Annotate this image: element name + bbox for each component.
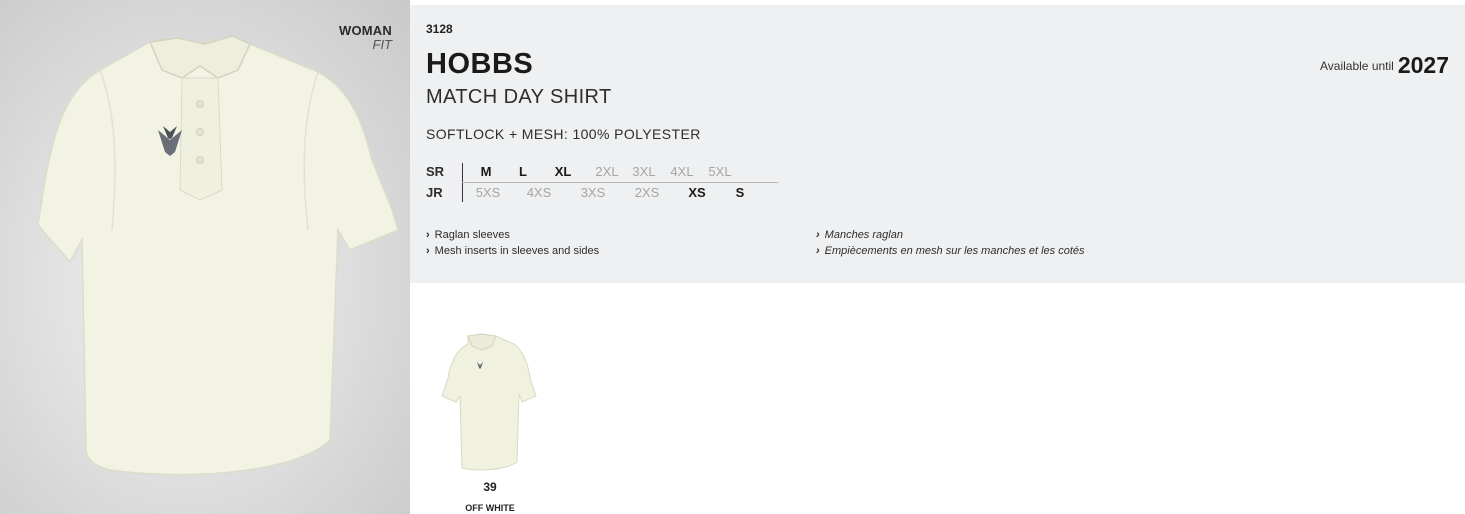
product-material: SOFTLOCK + MESH: 100% POLYESTER bbox=[426, 126, 701, 142]
size-item: 4XL bbox=[670, 164, 694, 179]
fit-label: FIT bbox=[372, 37, 393, 52]
size-row-junior: JR 5XS 4XS 3XS 2XS XS S bbox=[426, 182, 760, 203]
color-swatch-shirt-image bbox=[441, 333, 537, 471]
product-code: 3128 bbox=[426, 22, 453, 36]
fit-gender: WOMAN bbox=[339, 23, 392, 38]
polo-shirt-image bbox=[37, 35, 399, 476]
availability: Available until 2027 bbox=[1320, 52, 1449, 79]
size-divider-horizontal bbox=[462, 182, 778, 183]
chevron-right-icon: › bbox=[426, 229, 430, 241]
features-list-fr: › Manches raglan › Empiècements en mesh su… bbox=[816, 227, 1085, 259]
product-info-panel: 3128 HOBBS MATCH DAY SHIRT SOFTLOCK + ME… bbox=[410, 5, 1465, 283]
size-item: M bbox=[480, 164, 492, 179]
feature-item: › Raglan sleeves bbox=[426, 229, 510, 241]
color-name: OFF WHITE bbox=[465, 503, 515, 513]
size-item: 5XS bbox=[475, 185, 501, 200]
fit-tag: WOMAN FIT bbox=[339, 24, 392, 52]
feature-item: › Manches raglan bbox=[816, 229, 903, 241]
chevron-right-icon: › bbox=[426, 245, 430, 257]
size-row-label: SR bbox=[426, 164, 445, 179]
product-hero-image: WOMAN FIT bbox=[0, 0, 410, 514]
size-item: 5XL bbox=[708, 164, 732, 179]
product-name: HOBBS bbox=[426, 48, 534, 80]
feature-item: › Mesh inserts in sleeves and sides bbox=[426, 245, 600, 257]
size-item: S bbox=[735, 185, 745, 200]
size-grid: SR M L XL 2XL 3XL 4XL 5XL JR 5XS 4XS 3XS… bbox=[426, 161, 778, 203]
size-item: 4XS bbox=[526, 185, 552, 200]
size-item: 3XS bbox=[580, 185, 606, 200]
feature-item: › Empiècements en mesh sur les manches et… bbox=[816, 245, 1085, 257]
size-item: L bbox=[519, 164, 527, 179]
size-item: 2XL bbox=[595, 164, 619, 179]
size-item: XS bbox=[688, 185, 706, 200]
size-row-label: JR bbox=[426, 185, 443, 200]
size-item: 3XL bbox=[632, 164, 656, 179]
color-number: 39 bbox=[483, 480, 497, 494]
availability-label: Available until bbox=[1320, 59, 1394, 73]
availability-year: 2027 bbox=[1397, 52, 1449, 78]
product-subtitle: MATCH DAY SHIRT bbox=[426, 86, 612, 108]
color-swatch[interactable] bbox=[430, 330, 550, 480]
chevron-right-icon: › bbox=[816, 245, 820, 257]
chevron-right-icon: › bbox=[816, 229, 820, 241]
size-item: XL bbox=[554, 164, 572, 179]
size-item: 2XS bbox=[634, 185, 660, 200]
size-row-senior: SR M L XL 2XL 3XL 4XL 5XL bbox=[426, 161, 760, 182]
features-list-en: › Raglan sleeves › Mesh inserts in sleeves… bbox=[426, 227, 599, 259]
